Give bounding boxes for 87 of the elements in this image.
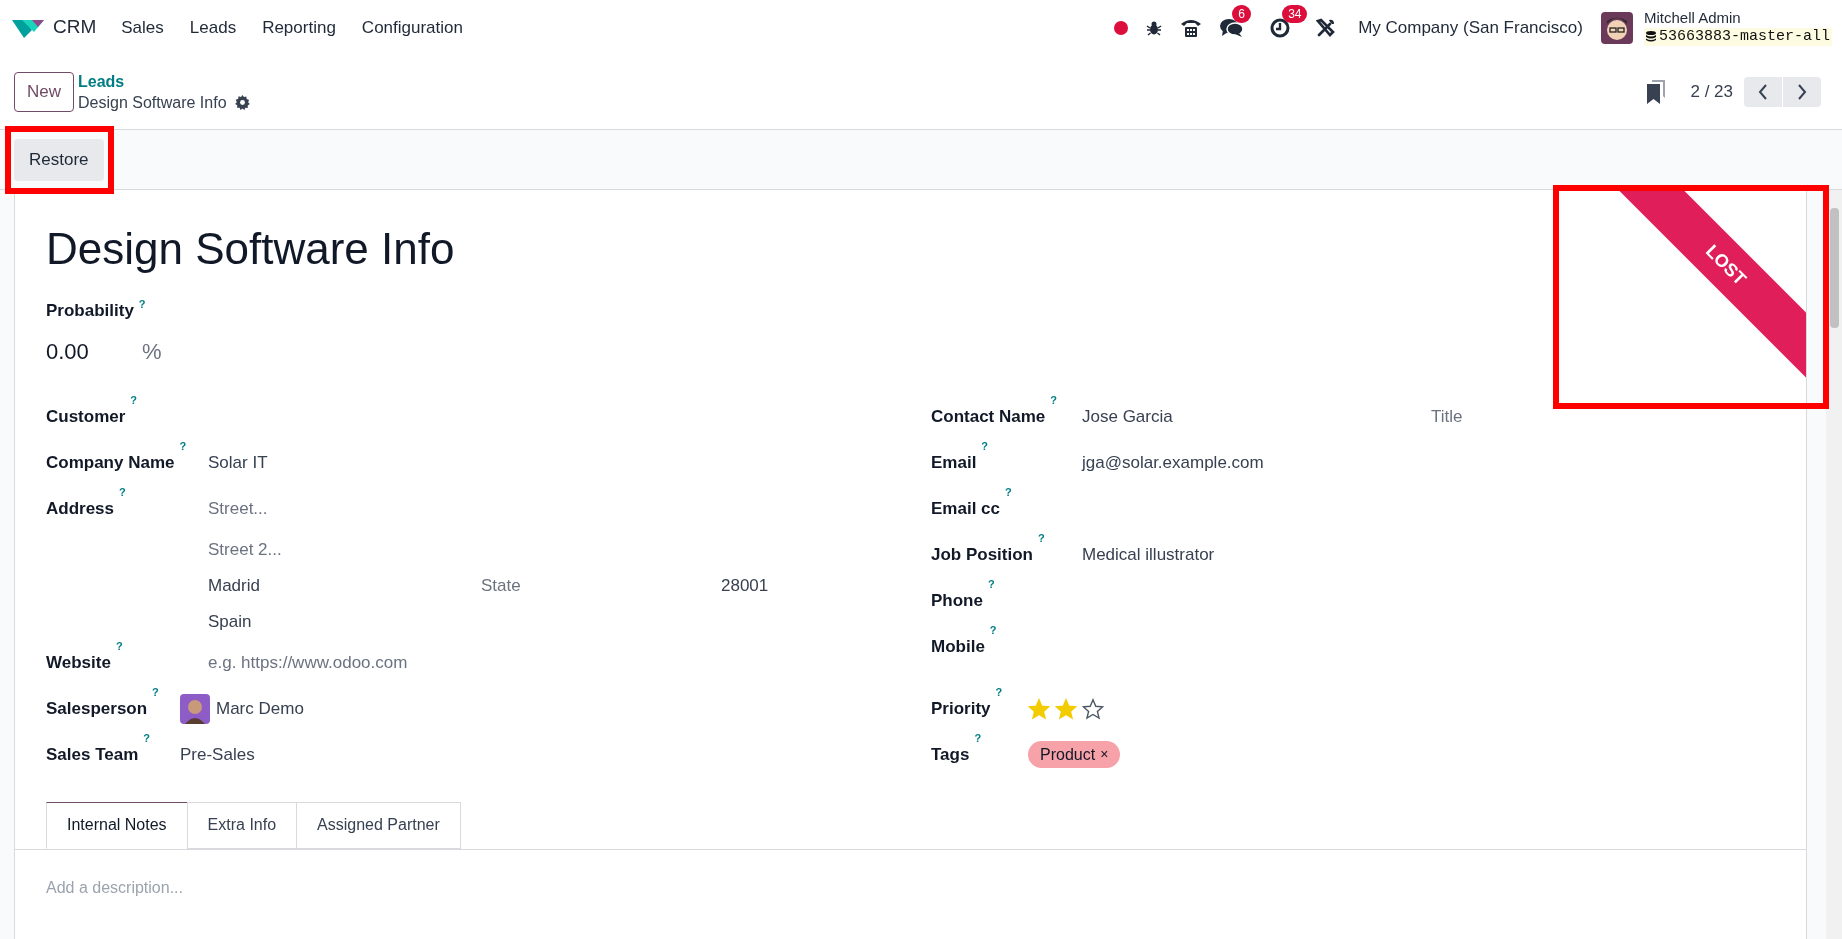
input-field[interactable]: Title [1431,403,1631,430]
phone-icon[interactable] [1180,17,1203,38]
field-label: Phone [931,589,983,612]
field-label: Customer [46,405,126,428]
help-tooltip-icon[interactable]: ? [1038,531,1045,544]
help-tooltip-icon[interactable]: ? [981,439,989,452]
help-tooltip-icon[interactable]: ? [138,298,146,310]
tab[interactable]: Internal Notes [46,801,188,849]
pager-value[interactable]: 2 / 23 [1690,79,1733,105]
description-field[interactable]: Add a description... [46,875,646,900]
field-value[interactable]: jga@solar.example.com [1082,449,1264,476]
help-tooltip-icon[interactable]: ? [995,685,1003,698]
field-value[interactable]: Solar IT [208,449,268,476]
field-value[interactable]: Marc Demo [216,695,304,722]
user-name[interactable]: Mitchell Admin [1643,8,1832,28]
help-tooltip-icon[interactable]: ? [115,639,123,652]
count-badge: 34 [1282,4,1308,23]
help-tooltip-icon[interactable]: ? [119,485,126,498]
probability-value[interactable]: 0.00 [46,335,142,368]
menu-item[interactable]: Leads [189,14,237,41]
input-field[interactable]: e.g. https://www.odoo.com [208,649,528,676]
chat-bubbles-icon[interactable] [1220,17,1245,38]
database-icon [1645,31,1656,43]
help-tooltip-icon[interactable]: ? [130,393,138,406]
field-label: Address [46,497,115,520]
field-label: Probability [46,300,134,322]
percent-sign: % [142,338,162,366]
menu-item[interactable]: Sales [121,14,164,41]
restore-button[interactable]: Restore [14,138,104,181]
help-tooltip-icon[interactable]: ? [1005,485,1012,498]
remove-tag-icon[interactable]: × [1100,744,1109,765]
new-button[interactable]: New [14,72,74,112]
company-switcher[interactable]: My Company (San Francisco) [1358,14,1583,41]
previous-button[interactable] [1744,77,1782,107]
tag-chip[interactable]: Product × [1028,741,1121,768]
menu-item[interactable]: Reporting [262,14,336,41]
field-label: Email cc [931,497,1000,520]
field-label: Company Name [46,451,175,474]
field-value[interactable]: Jose Garcia [1082,403,1431,430]
tab[interactable]: Extra Info [186,801,298,849]
field-value[interactable]: Pre-Sales [180,741,255,768]
bookmark-icon [1647,80,1666,104]
chevron-left-icon [1758,84,1768,100]
field-label: Salesperson [46,697,148,720]
field-label: Email [931,451,977,474]
field-label: Mobile [931,635,985,658]
help-tooltip-icon[interactable]: ? [143,731,151,744]
field-label: Sales Team [46,743,139,766]
input-field[interactable]: Street... [208,495,408,522]
record-title: Design Software Info [46,223,455,275]
breadcrumb-link[interactable]: Leads [78,71,250,92]
field-label: Contact Name [931,405,1046,428]
menu-item[interactable]: Configuration [361,14,463,41]
filled-star-icon[interactable] [1055,697,1077,720]
field-value[interactable]: Madrid [208,572,481,599]
tab[interactable]: Assigned Partner [296,801,461,849]
user-avatar-icon [1600,11,1633,44]
app-name[interactable]: CRM [53,13,97,42]
user-avatar-icon [180,693,210,724]
field-label: Job Position [931,543,1033,566]
settings-gear-icon[interactable] [234,95,250,110]
help-tooltip-icon[interactable]: ? [989,623,997,636]
bug-icon[interactable] [1146,19,1163,36]
field-label: Tags [931,743,970,766]
scrollbar[interactable] [1826,190,1842,939]
field-value[interactable]: Medical illustrator [1082,541,1215,568]
next-button[interactable] [1783,77,1821,107]
database-label: 53663883-master-all [1643,27,1832,47]
input-field[interactable]: Street 2... [208,536,408,563]
tools-icon[interactable] [1316,17,1337,38]
input-field[interactable]: State [481,572,721,599]
field-label: Website [46,651,111,674]
help-tooltip-icon[interactable]: ? [974,731,982,744]
filled-star-icon[interactable] [1028,697,1050,720]
field-value[interactable]: Spain [208,608,252,635]
count-badge: 6 [1232,4,1251,23]
clock-icon[interactable] [1270,17,1291,38]
chevron-right-icon [1797,84,1807,100]
record-dot-icon[interactable] [1114,20,1129,35]
help-tooltip-icon[interactable]: ? [179,439,187,452]
field-value[interactable]: 28001 [721,572,769,599]
record-name: Design Software Info [78,93,227,113]
empty-star-icon[interactable] [1082,697,1104,720]
help-tooltip-icon[interactable]: ? [152,685,159,698]
help-tooltip-icon[interactable]: ? [987,577,995,590]
field-label: Priority [931,697,991,720]
help-tooltip-icon[interactable]: ? [1050,393,1058,406]
